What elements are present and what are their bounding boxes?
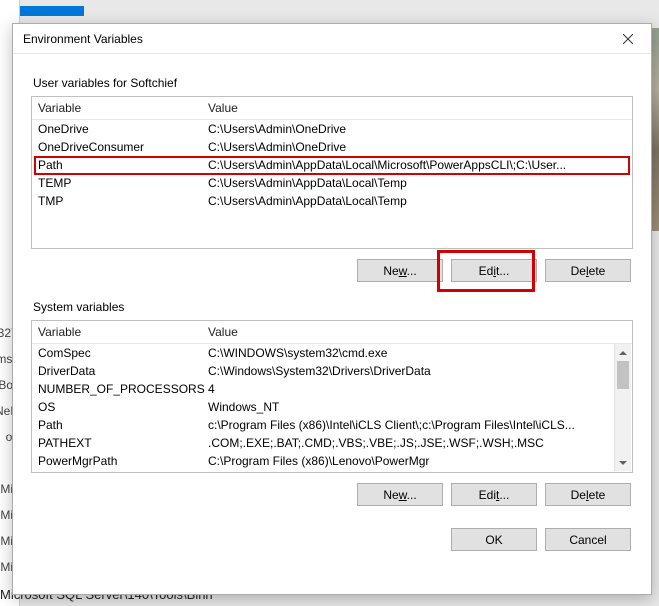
user-vars-body[interactable]: OneDriveC:\Users\Admin\OneDrive OneDrive… xyxy=(32,120,632,248)
scrollbar[interactable] xyxy=(614,344,631,471)
sys-vars-header: Variable Value xyxy=(32,321,632,344)
close-icon xyxy=(623,34,633,44)
var-name: PATHEXT xyxy=(38,436,208,450)
scroll-thumb[interactable] xyxy=(617,361,629,389)
var-name: NUMBER_OF_PROCESSORS xyxy=(38,382,208,396)
var-value: C:\WINDOWS\system32\cmd.exe xyxy=(208,346,626,360)
sys-vars-list[interactable]: Variable Value ComSpecC:\WINDOWS\system3… xyxy=(31,320,633,473)
var-value: c:\Program Files (x86)\Intel\iCLS Client… xyxy=(208,418,626,432)
close-button[interactable] xyxy=(605,24,651,54)
var-name: TMP xyxy=(38,194,208,208)
var-value: C:\Users\Admin\OneDrive xyxy=(208,140,626,154)
list-item[interactable]: PowerMgrPathC:\Program Files (x86)\Lenov… xyxy=(32,452,632,470)
var-name: DriverData xyxy=(38,364,208,378)
var-value: C:\Users\Admin\AppData\Local\Microsoft\P… xyxy=(208,158,626,172)
titlebar[interactable]: Environment Variables xyxy=(13,24,651,54)
header-value[interactable]: Value xyxy=(208,325,626,339)
sys-vars-button-row: New... Edit... Delete xyxy=(31,483,631,506)
list-item[interactable]: Pathc:\Program Files (x86)\Intel\iCLS Cl… xyxy=(32,416,632,434)
var-value: .COM;.EXE;.BAT;.CMD;.VBS;.VBE;.JS;.JSE;.… xyxy=(208,436,626,450)
header-variable[interactable]: Variable xyxy=(38,325,208,339)
var-value: C:\Users\Admin\OneDrive xyxy=(208,122,626,136)
sys-vars-caption: System variables xyxy=(33,300,633,314)
environment-variables-dialog: Environment Variables User variables for… xyxy=(12,23,652,595)
var-name: OneDriveConsumer xyxy=(38,140,208,154)
var-value: C:\Windows\System32\Drivers\DriverData xyxy=(208,364,626,378)
list-item[interactable]: PATHEXT.COM;.EXE;.BAT;.CMD;.VBS;.VBE;.JS… xyxy=(32,434,632,452)
list-item[interactable]: NUMBER_OF_PROCESSORS4 xyxy=(32,380,632,398)
user-vars-button-row: New... Edit... Delete xyxy=(31,259,631,282)
user-vars-caption: User variables for Softchief xyxy=(33,76,633,90)
scroll-up-icon[interactable] xyxy=(615,344,631,361)
user-vars-list[interactable]: Variable Value OneDriveC:\Users\Admin\On… xyxy=(31,96,633,249)
ok-button[interactable]: OK xyxy=(451,528,537,551)
sys-new-button[interactable]: New... xyxy=(357,483,443,506)
sys-vars-body[interactable]: ComSpecC:\WINDOWS\system32\cmd.exe Drive… xyxy=(32,344,632,472)
dialog-content: User variables for Softchief Variable Va… xyxy=(13,54,651,563)
dialog-button-row: OK Cancel xyxy=(31,528,631,551)
user-delete-button[interactable]: Delete xyxy=(545,259,631,282)
var-name: PowerMgrPath xyxy=(38,454,208,468)
var-name: Path xyxy=(38,158,208,172)
user-new-button[interactable]: New... xyxy=(357,259,443,282)
var-name: ComSpec xyxy=(38,346,208,360)
user-vars-header: Variable Value xyxy=(32,97,632,120)
header-variable[interactable]: Variable xyxy=(38,101,208,115)
list-item[interactable]: TMPC:\Users\Admin\AppData\Local\Temp xyxy=(32,192,632,210)
sys-edit-button[interactable]: Edit... xyxy=(451,483,537,506)
list-item-path[interactable]: PathC:\Users\Admin\AppData\Local\Microso… xyxy=(32,156,632,174)
var-name: TEMP xyxy=(38,176,208,190)
sys-delete-button[interactable]: Delete xyxy=(545,483,631,506)
var-name: OneDrive xyxy=(38,122,208,136)
list-item[interactable]: TEMPC:\Users\Admin\AppData\Local\Temp xyxy=(32,174,632,192)
list-item[interactable]: DriverDataC:\Windows\System32\Drivers\Dr… xyxy=(32,362,632,380)
list-item[interactable]: OneDriveConsumerC:\Users\Admin\OneDrive xyxy=(32,138,632,156)
var-value: C:\Users\Admin\AppData\Local\Temp xyxy=(208,194,626,208)
list-item[interactable]: OSWindows_NT xyxy=(32,398,632,416)
scroll-down-icon[interactable] xyxy=(615,454,631,471)
dialog-title: Environment Variables xyxy=(23,32,143,46)
var-value: C:\Users\Admin\AppData\Local\Temp xyxy=(208,176,626,190)
list-item[interactable]: ComSpecC:\WINDOWS\system32\cmd.exe xyxy=(32,344,632,362)
var-value: 4 xyxy=(208,382,626,396)
cancel-button[interactable]: Cancel xyxy=(545,528,631,551)
user-edit-button[interactable]: Edit... xyxy=(451,259,537,282)
var-value: C:\Program Files (x86)\Lenovo\PowerMgr xyxy=(208,454,626,468)
header-value[interactable]: Value xyxy=(208,101,626,115)
var-value: Windows_NT xyxy=(208,400,626,414)
list-item[interactable]: OneDriveC:\Users\Admin\OneDrive xyxy=(32,120,632,138)
var-name: Path xyxy=(38,418,208,432)
var-name: OS xyxy=(38,400,208,414)
